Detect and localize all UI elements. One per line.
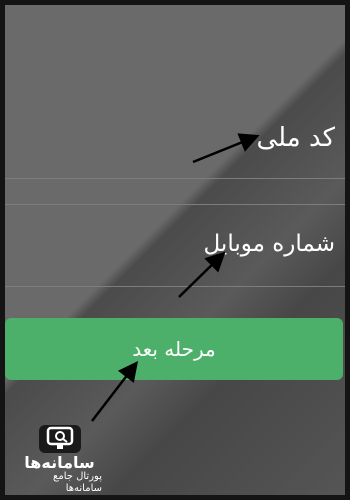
logo-subtitle: پورتال جامع سامانه‌ها [53, 471, 102, 494]
arrow-to-mobile [178, 251, 226, 298]
samanehha-logo: سامانه‌ها پورتال جامع سامانه‌ها [17, 425, 102, 495]
divider [5, 204, 345, 205]
monitor-icon [38, 425, 81, 453]
next-step-button[interactable]: مرحله بعد [5, 318, 343, 380]
arrow-to-national-id [192, 133, 260, 164]
mobile-underline [5, 286, 345, 287]
app-screen: کد ملی شماره موبایل مرحله بعد سامانه‌ها … [5, 5, 345, 495]
mobile-number-label[interactable]: شماره موبایل [204, 231, 335, 257]
next-step-button-label: مرحله بعد [132, 337, 216, 361]
logo-title: سامانه‌ها [24, 453, 95, 472]
national-id-underline [5, 178, 345, 179]
national-id-label[interactable]: کد ملی [257, 123, 336, 153]
